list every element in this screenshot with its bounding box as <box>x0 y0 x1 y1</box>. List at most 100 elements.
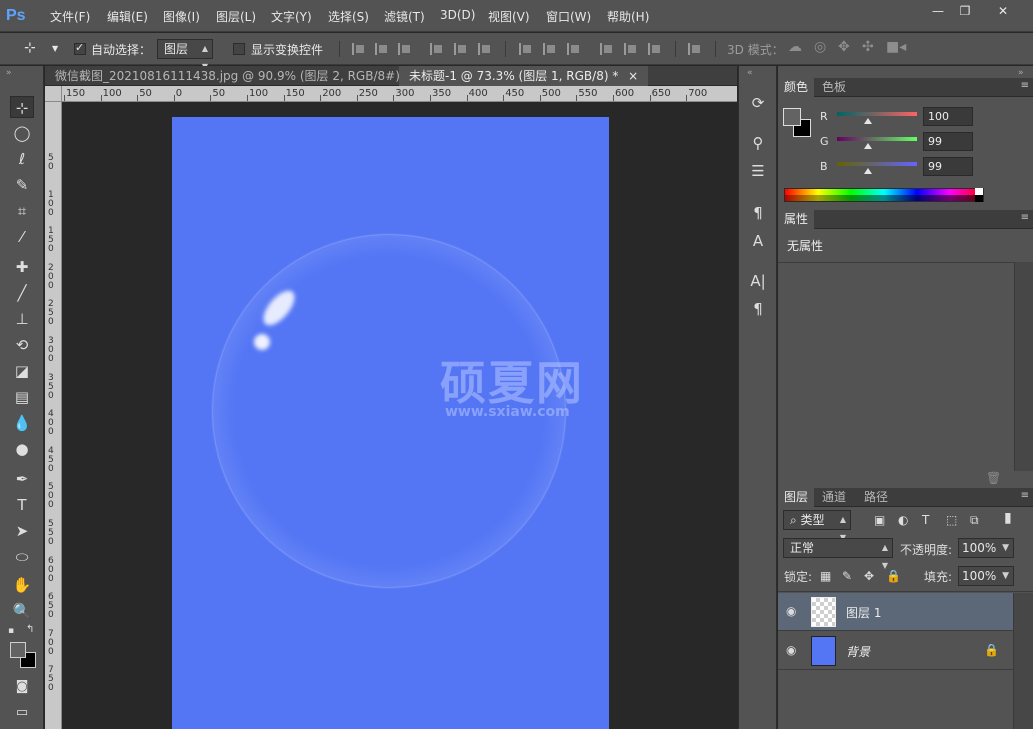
lasso-icon[interactable]: ℓ <box>10 148 34 170</box>
3d-roll-icon[interactable]: ◎ <box>814 39 826 55</box>
paragraph-style-icon[interactable]: A <box>747 230 769 252</box>
distribute-left-icon[interactable] <box>600 43 614 55</box>
blue-slider[interactable] <box>837 162 917 166</box>
blue-slider-thumb[interactable] <box>864 168 872 174</box>
filter-shape-icon[interactable]: ⬚ <box>946 513 957 527</box>
panel-menu-icon[interactable]: ≡ <box>1021 80 1029 91</box>
brush-preset-icon[interactable]: ⚲ <box>747 132 769 154</box>
type-tool-icon[interactable]: T <box>10 494 34 516</box>
filter-adjustment-icon[interactable]: ◐ <box>898 513 908 527</box>
horizontal-ruler[interactable]: 150 100 50 0 50 100 150 200 250 300 350 400 450 500 55… <box>62 86 737 102</box>
tab-document-1[interactable]: 微信截图_20210816111438.jpg @ 90.9% (图层 2, R… <box>45 66 440 86</box>
align-right-icon[interactable] <box>478 43 492 55</box>
tab-close-icon[interactable]: × <box>628 69 638 83</box>
tab-document-2[interactable]: 未标题-1 @ 73.3% (图层 1, RGB/8) * × <box>399 66 649 86</box>
paragraph-panel-icon[interactable]: ¶ <box>747 298 769 320</box>
distribute-hcenter-icon[interactable] <box>624 43 638 55</box>
healing-brush-icon[interactable]: ✚ <box>10 256 34 278</box>
pen-icon[interactable]: ✒ <box>10 468 34 490</box>
move-tool-icon[interactable]: ⊹ <box>24 40 36 56</box>
menu-view[interactable]: 视图(V) <box>488 8 530 25</box>
menu-help[interactable]: 帮助(H) <box>607 8 649 25</box>
auto-select-dropdown[interactable]: 图层 ▲▼ <box>157 39 213 71</box>
align-left-icon[interactable] <box>430 43 444 55</box>
menu-edit[interactable]: 编辑(E) <box>107 8 148 25</box>
distribute-bottom-icon[interactable] <box>567 43 581 55</box>
character-panel-icon[interactable]: A| <box>747 270 769 292</box>
vertical-ruler[interactable]: 50 100 150 200 250 300 350 400 450 500 550 600 650 70… <box>45 102 62 729</box>
filter-type-icon[interactable]: T <box>922 513 929 527</box>
history-panel-icon[interactable]: ⟳ <box>747 92 769 114</box>
filter-toggle-icon[interactable]: ▮ <box>1004 510 1012 526</box>
collapse-icon[interactable]: » <box>1018 68 1024 78</box>
menu-window[interactable]: 窗口(W) <box>546 8 591 25</box>
auto-select-checkbox[interactable] <box>74 41 86 55</box>
color-spectrum-bar[interactable] <box>784 188 984 202</box>
history-brush-icon[interactable]: ⟲ <box>10 334 34 356</box>
tab-channels[interactable]: 通道 <box>816 488 852 507</box>
menu-filter[interactable]: 滤镜(T) <box>384 8 425 25</box>
blend-mode-dropdown[interactable]: 正常 ▲ ▼ <box>783 538 893 570</box>
tab-color[interactable]: 颜色 <box>778 78 815 97</box>
brush-icon[interactable]: ╱ <box>10 282 34 304</box>
menu-layer[interactable]: 图层(L) <box>216 8 256 25</box>
menu-image[interactable]: 图像(I) <box>163 8 200 25</box>
layer-name[interactable]: 背景 <box>846 643 870 660</box>
clone-stamp-icon[interactable]: ⊥ <box>10 308 34 330</box>
red-slider-thumb[interactable] <box>864 118 872 124</box>
layers-scrollbar[interactable] <box>1013 593 1033 729</box>
visibility-eye-icon[interactable]: ◉ <box>786 604 796 618</box>
menu-file[interactable]: 文件(F) <box>50 8 90 25</box>
hand-icon[interactable]: ✋ <box>10 574 34 596</box>
panel-menu-icon[interactable]: ≡ <box>1021 490 1029 501</box>
brush-panel-icon[interactable]: ☰ <box>747 160 769 182</box>
blur-icon[interactable]: 💧 <box>10 412 34 434</box>
3d-slide-icon[interactable]: ✣ <box>862 39 874 55</box>
green-slider[interactable] <box>837 137 917 141</box>
quick-select-icon[interactable]: ✎ <box>10 174 34 196</box>
gradient-icon[interactable]: ▤ <box>10 386 34 408</box>
screen-mode-icon[interactable]: ▭ <box>10 702 34 724</box>
collapse-icon[interactable]: « <box>747 68 753 78</box>
ellipse-marquee-icon[interactable]: ◯ <box>10 122 34 144</box>
panel-menu-icon[interactable]: ≡ <box>1021 212 1029 223</box>
show-transform-checkbox[interactable] <box>233 43 245 55</box>
lock-all-icon[interactable]: 🔒 <box>886 569 901 583</box>
lock-pixels-icon[interactable]: ✎ <box>842 569 852 583</box>
swap-colors-icon[interactable]: ↰ <box>26 624 34 635</box>
eraser-icon[interactable]: ◪ <box>10 360 34 382</box>
align-bottom-icon[interactable] <box>398 43 412 55</box>
tool-preset-chevron-icon[interactable]: ▼ <box>52 44 58 53</box>
menu-type[interactable]: 文字(Y) <box>271 8 312 25</box>
white-swatch[interactable] <box>975 188 983 195</box>
quick-mask-icon[interactable]: ◙ <box>10 676 34 698</box>
character-style-icon[interactable]: ¶ <box>747 202 769 224</box>
properties-scrollbar[interactable] <box>1014 262 1033 471</box>
fill-input[interactable]: 100% ▼ <box>958 566 1014 586</box>
distribute-top-icon[interactable] <box>519 43 533 55</box>
visibility-eye-icon[interactable]: ◉ <box>786 643 796 657</box>
distribute-right-icon[interactable] <box>648 43 662 55</box>
default-colors-icon[interactable]: ▪ <box>8 626 14 636</box>
blue-value[interactable]: 99 <box>923 157 973 176</box>
close-window-icon[interactable]: ✕ <box>985 2 1021 20</box>
3d-drag-icon[interactable]: ✥ <box>838 39 850 55</box>
crop-icon[interactable]: ⌗ <box>10 200 34 222</box>
layer-name[interactable]: 图层 1 <box>846 604 881 621</box>
menu-select[interactable]: 选择(S) <box>328 8 369 25</box>
ruler-origin[interactable] <box>45 86 62 102</box>
layer-row-1[interactable]: ◉ 图层 1 <box>778 593 1013 631</box>
auto-align-icon[interactable] <box>688 43 702 55</box>
ellipse-shape-icon[interactable]: ⬭ <box>10 546 34 568</box>
layer-row-background[interactable]: ◉ 背景 🔒 <box>778 632 1013 670</box>
layer-filter-dropdown[interactable]: ⌕ 类型 ▲▼ <box>783 510 851 542</box>
align-hcenter-icon[interactable] <box>454 43 468 55</box>
foreground-color-swatch[interactable] <box>10 642 26 658</box>
document-canvas[interactable]: 硕夏网 www.sxiaw.com <box>172 117 609 729</box>
filter-pixel-icon[interactable]: ▣ <box>874 513 885 527</box>
eyedropper-icon[interactable]: ⁄ <box>10 226 34 248</box>
restore-icon[interactable]: ❐ <box>949 2 981 20</box>
lock-position-icon[interactable]: ✥ <box>864 569 874 583</box>
align-top-icon[interactable] <box>352 43 366 55</box>
menu-3d[interactable]: 3D(D) <box>440 8 475 22</box>
